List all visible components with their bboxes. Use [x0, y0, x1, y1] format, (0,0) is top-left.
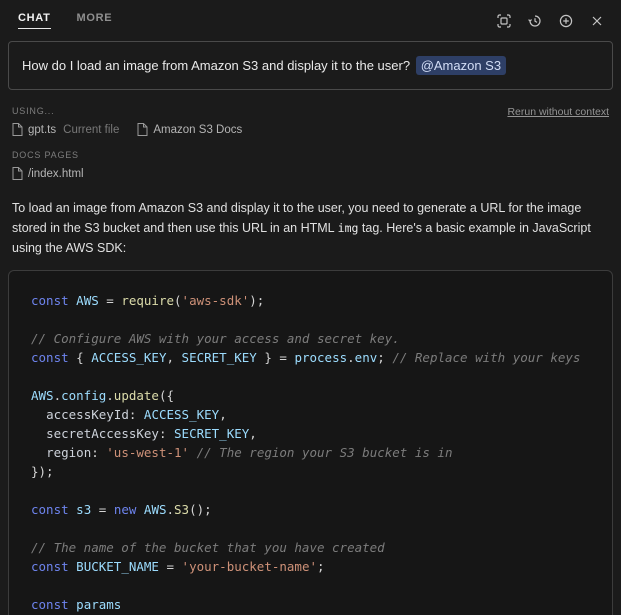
header-tabs: CHAT MORE	[18, 12, 112, 29]
code-line	[31, 367, 600, 386]
code-line: region: 'us-west-1' // The region your S…	[31, 443, 600, 462]
code-line: // The name of the bucket that you have …	[31, 538, 600, 557]
file-icon	[12, 123, 23, 136]
code-line: const AWS = require('aws-sdk');	[31, 291, 600, 310]
context-item[interactable]: Amazon S3 Docs	[137, 123, 242, 136]
code-line: const { ACCESS_KEY, SECRET_KEY } = proce…	[31, 348, 600, 367]
prompt-box[interactable]: How do I load an image from Amazon S3 an…	[8, 41, 613, 90]
code-line	[31, 519, 600, 538]
context-item-name: /index.html	[28, 168, 84, 180]
history-icon[interactable]	[527, 13, 543, 29]
inline-code: img	[338, 221, 359, 235]
code-line: });	[31, 462, 600, 481]
docs-section: DOCS PAGES /index.html	[12, 150, 609, 180]
code-line	[31, 310, 600, 329]
code-line: // Configure AWS with your access and se…	[31, 329, 600, 348]
code-line: const BUCKET_NAME = 'your-bucket-name';	[31, 557, 600, 576]
tab-more[interactable]: MORE	[77, 12, 113, 29]
code-content: const AWS = require('aws-sdk'); // Confi…	[31, 291, 600, 614]
mention-chip[interactable]: @Amazon S3	[416, 56, 506, 75]
context-item-name: Amazon S3 Docs	[153, 124, 242, 136]
rerun-link[interactable]: Rerun without context	[507, 106, 609, 118]
code-line	[31, 481, 600, 500]
file-icon	[12, 167, 23, 180]
code-line	[31, 576, 600, 595]
context-item-suffix: Current file	[63, 124, 119, 136]
context-item[interactable]: gpt.ts Current file	[12, 123, 119, 136]
file-icon	[137, 123, 148, 136]
screenshot-icon[interactable]	[496, 13, 512, 29]
using-items: gpt.ts Current file Amazon S3 Docs	[12, 123, 507, 136]
docs-label: DOCS PAGES	[12, 150, 609, 160]
tab-chat[interactable]: CHAT	[18, 12, 51, 29]
code-line: accessKeyId: ACCESS_KEY,	[31, 405, 600, 424]
add-icon[interactable]	[558, 13, 574, 29]
code-line: AWS.config.update({	[31, 386, 600, 405]
code-block: const AWS = require('aws-sdk'); // Confi…	[8, 270, 613, 615]
close-icon[interactable]	[589, 13, 605, 29]
context-item[interactable]: /index.html	[12, 167, 84, 180]
answer-text: To load an image from Amazon S3 and disp…	[12, 198, 609, 258]
prompt-text: How do I load an image from Amazon S3 an…	[22, 58, 410, 73]
chat-panel: CHAT MORE	[0, 0, 621, 615]
code-line: const s3 = new AWS.S3();	[31, 500, 600, 519]
docs-items: /index.html	[12, 167, 609, 180]
code-line: const params	[31, 595, 600, 614]
using-section: USING... gpt.ts Current file Amazon S3 Do…	[12, 106, 507, 136]
using-label: USING...	[12, 106, 507, 116]
code-line: secretAccessKey: SECRET_KEY,	[31, 424, 600, 443]
context-item-name: gpt.ts	[28, 124, 56, 136]
header: CHAT MORE	[0, 0, 621, 31]
context-section: USING... gpt.ts Current file Amazon S3 Do…	[12, 106, 609, 136]
header-icons	[496, 13, 605, 29]
